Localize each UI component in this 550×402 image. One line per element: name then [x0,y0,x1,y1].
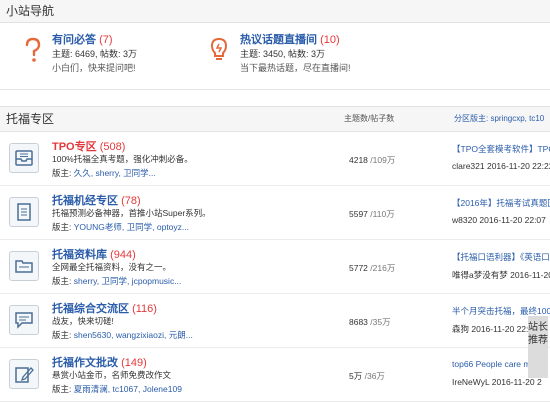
forum-desc: 托福预测必备神器，首推小站Super系列。 [52,208,211,218]
forum-moderators: 版主: sherry, 卫同学, jcpopmusic... [52,276,182,286]
forum-desc: 全网最全托福资料，没有之一。 [52,262,172,272]
webmaster-recommend-button[interactable]: 站长推荐 [528,316,548,378]
forum-section-header: 托福专区 主题数/帖子数 分区版主: springcxp, tc10 [0,106,550,132]
last-post-title[interactable]: 【TPO全套模考软件】TPO1 [452,143,550,155]
forum-row: 托福资料库 (944) 全网最全托福资料，没有之一。 版主: sherry, 卫… [0,240,550,294]
nav-item-title[interactable]: 热议话题直播间 (10) [240,31,340,47]
nav-section-header: 小站导航 [0,0,550,23]
forum-name[interactable]: 托福资料库 (944) [52,246,136,262]
forum-stats: 5597 /110万 [349,209,395,219]
nav-item-desc: 当下最热话题，尽在直播间! [240,63,351,73]
last-post-meta: IreNeWyL 2016-11-20 2 [452,377,542,387]
forum-desc: 悬赏小站金币，名师免费改作文 [52,370,172,380]
chat-icon[interactable] [9,305,39,335]
nav-item-meta: 主题: 3450, 帖数: 3万 [240,49,326,59]
forum-moderators: 版主: 夏雨清澜, tc1067, Jolene109 [52,384,182,394]
nav-row: 有问必答 (7) 主题: 6469, 帖数: 3万 小白们，快来提问吧! 热议话… [0,23,550,90]
nav-item-title[interactable]: 有问必答 (7) [52,31,113,47]
last-post-meta: clare321 2016-11-20 22:22 [452,161,550,171]
forum-name[interactable]: 托福作文批改 (149) [52,354,147,370]
nav-item-meta: 主题: 6469, 帖数: 3万 [52,49,138,59]
forum-stats: 5772 /216万 [349,263,396,273]
forum-name[interactable]: 托福机经专区 (78) [52,192,141,208]
folder-icon[interactable] [9,251,39,281]
nav-item-count: (7) [99,34,113,46]
forum-count: (944) [110,249,136,261]
last-post-title[interactable]: 【2016年】托福考试真题回 [452,197,550,209]
forum-name[interactable]: TPO专区 (508) [52,138,125,154]
forum-row: TPO专区 (508) 100%托福全真考题，强化冲刺必备。 版主: 久久, s… [0,132,550,186]
nav-item-qa[interactable]: 有问必答 (7) 主题: 6469, 帖数: 3万 小白们，快来提问吧! [0,23,230,89]
column-header-stats: 主题数/帖子数 [344,114,395,123]
nav-item-count: (10) [320,34,340,46]
forum-desc: 战友，快来切磋! [52,316,114,326]
forum-moderators: 版主: shen5630, wangzixiaozi, 元朗... [52,330,193,340]
forum-name[interactable]: 托福综合交流区 (116) [52,300,157,316]
question-icon [18,35,48,65]
nav-section-title: 小站导航 [6,4,55,18]
forum-row: 托福综合交流区 (116) 战友，快来切磋! 版主: shen5630, wan… [0,294,550,348]
tpo-icon[interactable] [9,143,39,173]
last-post-title[interactable]: 【托福口语利器】《英语口 [452,251,550,263]
document-icon[interactable] [9,197,39,227]
forum-count: (116) [132,303,157,315]
forum-count: (508) [99,141,126,153]
forum-row: 托福机经专区 (78) 托福预测必备神器，首推小站Super系列。 版主: YO… [0,186,550,240]
moderator-links[interactable]: sherry, 卫同学, jcpopmusic... [74,276,182,286]
section-moderators[interactable]: 分区版主: springcxp, tc10 [454,107,544,131]
forum-moderators: 版主: YOUNG老师, 卫同学, optoyz... [52,222,189,232]
moderator-links[interactable]: 久久, sherry, 卫同学... [74,168,156,178]
forum-count: (149) [121,357,147,369]
forum-stats: 5万 /36万 [349,371,385,381]
forum-section-title: 托福专区 [6,112,55,126]
forum-row: 托福作文批改 (149) 悬赏小站金币，名师免费改作文 版主: 夏雨清澜, tc… [0,348,550,402]
lightbulb-icon [204,35,234,65]
moderator-links[interactable]: shen5630, wangzixiaozi, 元朗... [74,330,193,340]
forum-desc: 100%托福全真考题，强化冲刺必备。 [52,154,193,164]
forum-moderators: 版主: 久久, sherry, 卫同学... [52,168,156,178]
last-post-meta: 唯得a梦没有梦 2016-11-20 2 [452,270,550,280]
last-post-meta: 森狗 2016-11-20 22:19 [452,324,538,334]
edit-icon[interactable] [9,359,39,389]
nav-item-desc: 小白们，快来提问吧! [52,63,136,73]
last-post-meta: w8320 2016-11-20 22:07 [452,215,546,225]
forum-stats: 8683 /35万 [349,317,391,327]
forum-list: TPO专区 (508) 100%托福全真考题，强化冲刺必备。 版主: 久久, s… [0,132,550,402]
moderator-links[interactable]: YOUNG老师, 卫同学, optoyz... [74,222,189,232]
moderator-links[interactable]: 夏雨清澜, tc1067, Jolene109 [74,384,182,394]
forum-stats: 4218 /109万 [349,155,396,165]
forum-count: (78) [121,195,141,207]
nav-item-hot-topics[interactable]: 热议话题直播间 (10) 主题: 3450, 帖数: 3万 当下最热话题，尽在直… [200,23,540,89]
